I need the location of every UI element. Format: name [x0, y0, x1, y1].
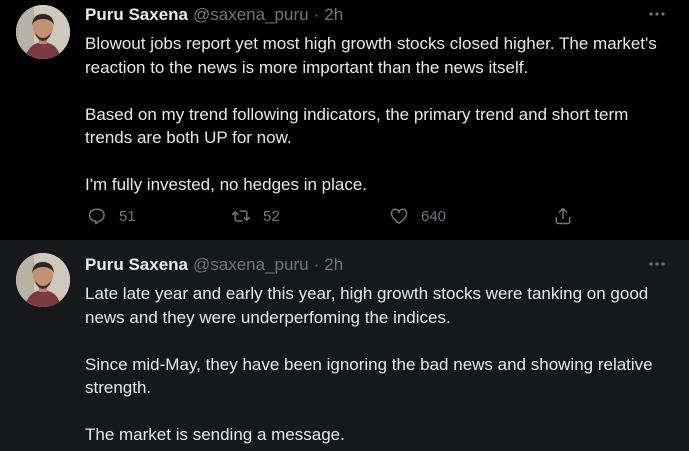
- author-name[interactable]: Puru Saxena: [85, 254, 188, 276]
- share-icon: [555, 207, 571, 225]
- tweet-paragraph: Based on my trend following indicators, …: [85, 104, 629, 148]
- like-button[interactable]: 640: [389, 203, 446, 229]
- retweet-icon: [231, 210, 251, 222]
- tweet-text: Blowout jobs report yet most high growth…: [85, 32, 675, 197]
- avatar[interactable]: [16, 253, 70, 307]
- tweet-paragraph: Since mid-May, they have been ignoring t…: [85, 354, 653, 398]
- author-name[interactable]: Puru Saxena: [85, 4, 188, 26]
- separator: ·: [313, 5, 320, 24]
- avatar[interactable]: [16, 5, 70, 59]
- separator: ·: [313, 255, 320, 274]
- author-handle[interactable]: @saxena_puru: [193, 4, 309, 26]
- timestamp[interactable]: 2h: [324, 254, 343, 276]
- tweet-header: Puru Saxena @saxena_puru · 2h: [85, 4, 343, 26]
- tweet-actions: 51 52 640: [85, 203, 585, 229]
- tweet-paragraph: Blowout jobs report yet most high growth…: [85, 34, 657, 77]
- author-handle[interactable]: @saxena_puru: [193, 254, 309, 276]
- more-icon[interactable]: [647, 4, 667, 24]
- reply-button[interactable]: 51: [87, 203, 136, 229]
- reply-count: 51: [119, 207, 136, 225]
- tweet-paragraph: The market is sending a message.: [85, 425, 345, 444]
- retweet-button[interactable]: 52: [231, 203, 280, 229]
- tweet-1[interactable]: Puru Saxena @saxena_puru · 2h Blowout jo…: [0, 0, 689, 240]
- tweet-paragraph: I'm fully invested, no hedges in place.: [85, 175, 368, 194]
- timestamp[interactable]: 2h: [324, 4, 343, 26]
- tweet-thread: Puru Saxena @saxena_puru · 2h Blowout jo…: [0, 0, 689, 451]
- heart-icon: [390, 208, 408, 224]
- tweet-text: Late late year and early this year, high…: [85, 282, 675, 447]
- tweet-paragraph: Late late year and early this year, high…: [85, 284, 649, 327]
- retweet-count: 52: [263, 207, 280, 225]
- share-button[interactable]: [553, 203, 573, 229]
- reply-icon: [88, 208, 105, 225]
- tweet-header: Puru Saxena @saxena_puru · 2h: [85, 254, 343, 276]
- like-count: 640: [421, 207, 447, 225]
- more-icon[interactable]: [647, 254, 667, 274]
